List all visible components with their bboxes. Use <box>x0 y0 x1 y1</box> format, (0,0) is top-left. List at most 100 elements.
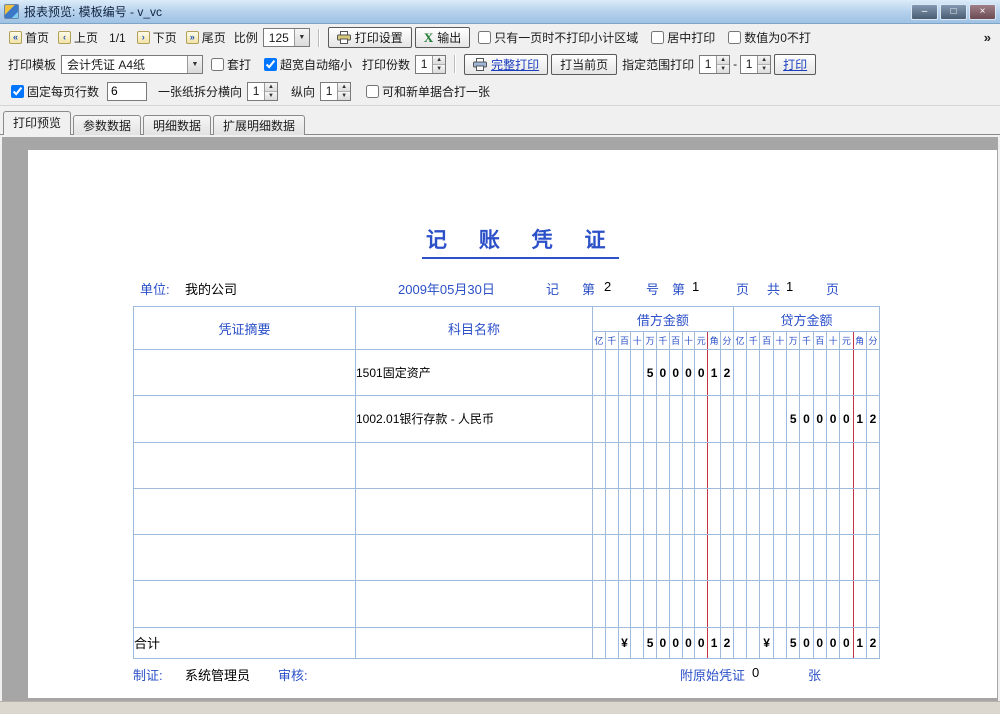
close-button[interactable]: × <box>969 4 996 20</box>
amount-digit-cell <box>800 442 813 488</box>
amount-digit-cell: 0 <box>813 396 826 442</box>
maximize-button[interactable]: □ <box>940 4 967 20</box>
amount-digit-cell: 0 <box>840 396 853 442</box>
spinner-arrows-icon[interactable]: ▲▼ <box>432 56 445 73</box>
amount-digit-cell <box>853 535 866 581</box>
first-page-button[interactable]: « 首页 <box>6 28 52 47</box>
tab-detail-data[interactable]: 明细数据 <box>143 115 211 135</box>
spinner-arrows-icon[interactable]: ▲▼ <box>264 83 277 100</box>
combine-checkbox[interactable] <box>366 85 379 98</box>
fixed-rows-checkbox[interactable] <box>11 85 24 98</box>
first-page-icon: « <box>9 31 22 44</box>
amount-digit-cell <box>747 535 760 581</box>
combine-checkbox-group[interactable]: 可和新单据合打一张 <box>366 83 490 100</box>
tab-print-preview[interactable]: 打印预览 <box>3 111 71 135</box>
amount-digit-cell <box>813 535 826 581</box>
tab-parameter-data[interactable]: 参数数据 <box>73 115 141 135</box>
col-header-credit: 贷方金额 <box>733 307 879 332</box>
center-print-checkbox[interactable] <box>651 31 664 44</box>
split-vertical-spinner[interactable]: 1 ▲▼ <box>320 82 351 101</box>
minimize-button[interactable]: – <box>911 4 938 20</box>
amount-digit-cell <box>840 535 853 581</box>
amount-digit-cell <box>618 581 631 627</box>
amount-digit-cell <box>618 350 631 396</box>
fixed-rows-checkbox-group[interactable]: 固定每页行数 <box>11 83 99 100</box>
amount-digit-cell <box>708 581 721 627</box>
range-to-spinner[interactable]: 1 ▲▼ <box>740 55 771 74</box>
spinner-arrows-icon[interactable]: ▲▼ <box>716 56 729 73</box>
horizontal-scrollbar[interactable] <box>0 701 1000 714</box>
scale-dropdown[interactable]: 125 ▼ <box>263 28 310 47</box>
amount-digit-cell: 5 <box>787 396 800 442</box>
overlay-checkbox[interactable] <box>211 58 224 71</box>
amount-digit-cell <box>813 442 826 488</box>
amount-digit-cell <box>682 442 695 488</box>
fixed-rows-input[interactable] <box>107 82 147 101</box>
amount-digit-cell: 0 <box>826 396 839 442</box>
no-subtotal-checkbox-group[interactable]: 只有一页时不打印小计区域 <box>478 29 638 46</box>
amount-digit-cell <box>631 396 644 442</box>
split-horizontal-spinner[interactable]: 1 ▲▼ <box>247 82 278 101</box>
amount-digit-cell <box>787 488 800 534</box>
amount-digit-cell <box>866 535 879 581</box>
amount-digit-cell: 0 <box>656 350 669 396</box>
no-subtotal-checkbox[interactable] <box>478 31 491 44</box>
spinner-arrows-icon[interactable]: ▲▼ <box>337 83 350 100</box>
template-dropdown[interactable]: 会计凭证 A4纸 ▼ <box>61 55 203 74</box>
amount-digit-cell <box>733 535 746 581</box>
tab-extended-detail-data[interactable]: 扩展明细数据 <box>213 115 305 135</box>
amount-digit-cell <box>720 442 733 488</box>
output-button[interactable]: X 输出 <box>415 27 470 48</box>
chevron-down-icon[interactable]: ▼ <box>294 29 309 46</box>
preview-area[interactable]: 记 账 凭 证 单位: 我的公司 2009年05月30日 记 第 2 号 第 1… <box>2 137 998 701</box>
copies-spinner[interactable]: 1 ▲▼ <box>415 55 446 74</box>
split-horizontal-label: 一张纸拆分横向 <box>158 83 242 100</box>
amount-digit-cell <box>800 535 813 581</box>
scale-label: 比例 <box>234 29 258 46</box>
window-controls: – □ × <box>911 4 996 20</box>
center-print-checkbox-group[interactable]: 居中打印 <box>651 29 715 46</box>
print-settings-button[interactable]: 打印设置 <box>328 27 412 48</box>
attachment-count: 0 <box>752 665 759 680</box>
digit-header-cell: 分 <box>720 332 733 350</box>
overlay-checkbox-group[interactable]: 套打 <box>211 56 251 73</box>
prev-page-button[interactable]: ‹ 上页 <box>55 28 101 47</box>
voucher-info-line: 单位: 我的公司 2009年05月30日 记 第 2 号 第 1 页 共 1 页 <box>28 279 997 295</box>
amount-digit-cell <box>733 350 746 396</box>
autoshrink-checkbox-group[interactable]: 超宽自动缩小 <box>264 56 352 73</box>
attachment-unit: 张 <box>808 665 821 684</box>
account-cell <box>356 535 593 581</box>
total-label: 合计 <box>134 627 356 658</box>
amount-digit-cell <box>840 581 853 627</box>
amount-digit-cell <box>682 581 695 627</box>
next-page-button[interactable]: › 下页 <box>134 28 180 47</box>
amount-digit-cell: 5 <box>644 350 657 396</box>
last-page-button[interactable]: » 尾页 <box>183 28 229 47</box>
print-button[interactable]: 打印 <box>774 54 816 75</box>
full-print-button[interactable]: 完整打印 <box>464 54 548 75</box>
digit-header-cell: 亿 <box>593 332 606 350</box>
total-account-cell <box>356 627 593 658</box>
amount-digit-cell <box>840 488 853 534</box>
range-from-spinner[interactable]: 1 ▲▼ <box>699 55 730 74</box>
amount-digit-cell <box>720 488 733 534</box>
amount-digit-cell <box>733 396 746 442</box>
zero-value-checkbox-group[interactable]: 数值为0不打 <box>728 29 811 46</box>
amount-digit-cell <box>593 535 606 581</box>
summary-cell <box>134 535 356 581</box>
autoshrink-checkbox[interactable] <box>264 58 277 71</box>
amount-digit-cell <box>826 350 839 396</box>
chevron-down-icon[interactable]: ▼ <box>187 56 202 73</box>
spinner-arrows-icon[interactable]: ▲▼ <box>757 56 770 73</box>
output-label: 输出 <box>437 29 461 46</box>
zero-value-checkbox[interactable] <box>728 31 741 44</box>
range-to-value: 1 <box>741 56 757 73</box>
digit-header-cell: 十 <box>773 332 786 350</box>
amount-digit-cell: 1 <box>708 350 721 396</box>
copies-label: 打印份数 <box>362 56 410 73</box>
col-header-debit: 借方金额 <box>593 307 734 332</box>
amount-digit-cell: 0 <box>840 627 853 658</box>
print-current-button[interactable]: 打当前页 <box>551 54 617 75</box>
toolbar-overflow-icon[interactable]: » <box>981 30 994 45</box>
amount-digit-cell: 1 <box>853 627 866 658</box>
